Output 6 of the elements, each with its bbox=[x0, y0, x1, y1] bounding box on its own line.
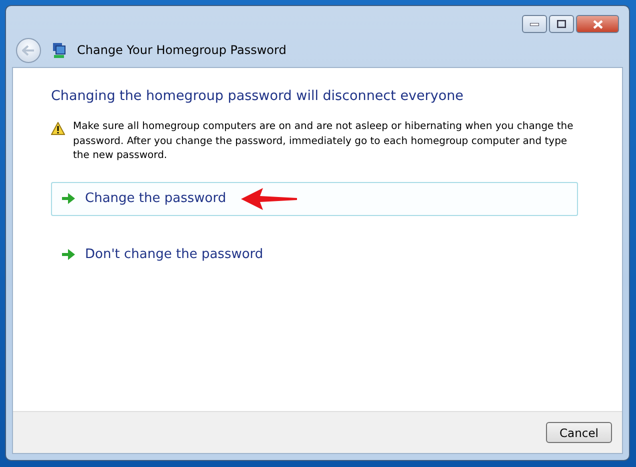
heading: Changing the homegroup password will disconnect everyone bbox=[51, 88, 464, 104]
cancel-button[interactable]: Cancel bbox=[546, 422, 612, 443]
option-link[interactable]: Change the password bbox=[51, 182, 578, 216]
window-title: Change Your Homegroup Password bbox=[77, 43, 286, 57]
option-link[interactable]: Don't change the password bbox=[51, 238, 578, 272]
warning-text: Make sure all homegroup computers are on and are not asleep or hibernating when you change the password. After you change the password, immediately go to each homegroup computer and type the new password. bbox=[73, 120, 574, 163]
